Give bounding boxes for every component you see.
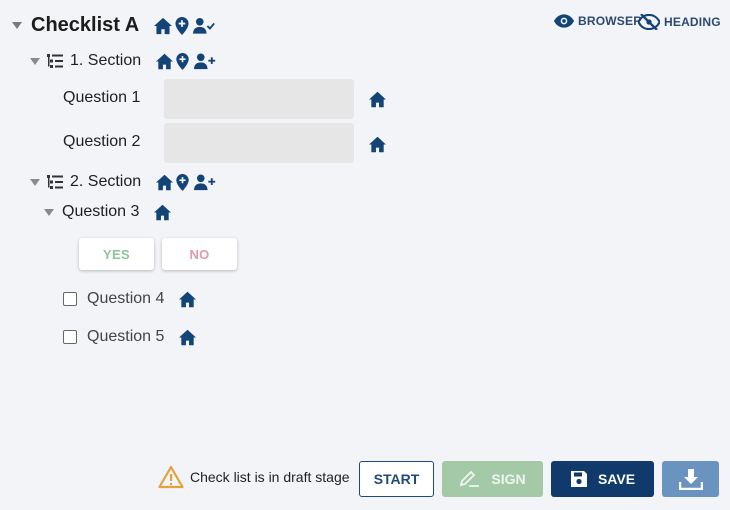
draft-status: Check list is in draft stage xyxy=(158,465,350,489)
home-icon xyxy=(153,17,173,35)
user-plus-icon xyxy=(194,52,216,70)
eye-off-icon xyxy=(638,14,660,30)
collapse-caret-icon[interactable] xyxy=(30,57,40,65)
home-icon xyxy=(153,204,172,221)
heading-label: HEADING xyxy=(664,15,721,29)
warning-icon xyxy=(158,465,184,489)
location-pin-icon xyxy=(176,52,189,70)
collapse-caret-icon[interactable] xyxy=(44,208,54,216)
download-button[interactable] xyxy=(662,461,719,497)
question-4-checkbox[interactable] xyxy=(63,292,77,306)
no-button[interactable]: NO xyxy=(162,238,237,270)
list-tree-icon xyxy=(47,54,63,68)
download-icon xyxy=(678,468,703,490)
home-icon xyxy=(178,291,197,308)
section-row-2: 2. Section xyxy=(30,173,216,191)
checklist-title: Checklist A xyxy=(31,14,140,36)
question-label: Question 3 xyxy=(62,203,140,220)
question-label: Question 4 xyxy=(87,290,165,307)
question-1-input[interactable] xyxy=(164,79,354,119)
section-label: 1. Section xyxy=(70,52,142,69)
browser-toggle[interactable]: BROWSER xyxy=(554,14,642,28)
list-tree-icon xyxy=(47,175,63,189)
section-label: 2. Section xyxy=(70,173,142,190)
home-icon xyxy=(368,136,387,153)
question-row-3: Question 3 xyxy=(44,203,172,221)
home-icon xyxy=(155,174,174,191)
section-row-1: 1. Section xyxy=(30,52,216,70)
question-label: Question 1 xyxy=(63,89,141,106)
user-check-icon xyxy=(193,17,216,35)
question-row-1: Question 1 xyxy=(63,89,140,107)
sign-button[interactable]: SIGN xyxy=(442,461,543,497)
browser-label: BROWSER xyxy=(578,14,643,28)
user-plus-icon xyxy=(194,173,216,191)
save-button-label: SAVE xyxy=(597,471,636,487)
start-button-label: START xyxy=(373,471,420,487)
save-button[interactable]: SAVE xyxy=(551,461,654,497)
home-icon xyxy=(368,91,387,108)
heading-toggle[interactable]: HEADING xyxy=(638,14,721,30)
eye-icon xyxy=(554,14,574,28)
collapse-caret-icon[interactable] xyxy=(30,178,40,186)
location-pin-icon xyxy=(176,173,189,191)
question-2-input[interactable] xyxy=(164,123,354,163)
sign-button-label: SIGN xyxy=(491,471,526,487)
collapse-caret-icon[interactable] xyxy=(12,22,22,29)
checklist-header: Checklist A xyxy=(12,14,216,37)
location-pin-icon xyxy=(175,16,189,35)
yes-button[interactable]: YES xyxy=(79,238,154,270)
question-label: Question 2 xyxy=(63,133,141,150)
question-row-2: Question 2 xyxy=(63,133,140,151)
question-row-5: Question 5 xyxy=(63,328,197,346)
question-label: Question 5 xyxy=(87,328,165,345)
start-button[interactable]: START xyxy=(359,461,434,497)
home-icon xyxy=(178,329,197,346)
floppy-disk-icon xyxy=(570,470,588,488)
pen-icon xyxy=(459,470,481,488)
home-icon xyxy=(155,53,174,70)
question-5-checkbox[interactable] xyxy=(63,330,77,344)
question-row-4: Question 4 xyxy=(63,290,197,308)
draft-status-text: Check list is in draft stage xyxy=(190,469,350,485)
